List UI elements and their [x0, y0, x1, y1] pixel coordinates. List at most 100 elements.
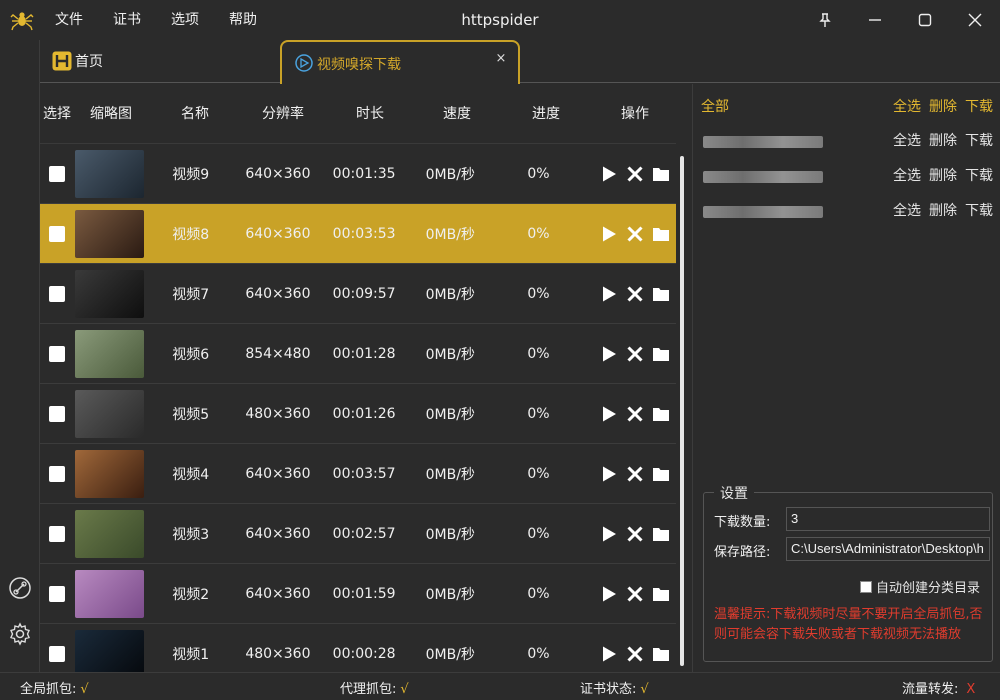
table-row[interactable]: 视频4 640×360 00:03:57 0MB/秒 0% — [40, 444, 676, 504]
table-row[interactable]: 视频6 854×480 00:01:28 0MB/秒 0% — [40, 324, 676, 384]
auto-create-dir-checkbox[interactable] — [859, 580, 872, 593]
open-folder-button[interactable] — [650, 343, 672, 365]
close-window-button[interactable] — [950, 0, 1000, 40]
group-all-label[interactable]: 全部 — [701, 96, 729, 116]
row-checkbox[interactable] — [49, 585, 65, 602]
row-name: 视频6 — [172, 346, 210, 363]
row-actions — [598, 343, 676, 365]
play-button[interactable] — [598, 403, 620, 425]
play-button[interactable] — [598, 223, 620, 245]
row-name: 视频8 — [172, 226, 210, 243]
group-all-download-button[interactable]: 下载 — [965, 96, 993, 116]
tab-home-label: 首页 — [75, 54, 103, 70]
table-scrollbar[interactable] — [680, 156, 684, 666]
delete-row-button[interactable] — [624, 163, 646, 185]
delete-row-button[interactable] — [624, 403, 646, 425]
delete-row-button[interactable] — [624, 463, 646, 485]
download-count-label: 下载数量: — [714, 515, 771, 530]
video-thumbnail — [74, 449, 145, 498]
table-row[interactable]: 视频7 640×360 00:09:57 0MB/秒 0% — [40, 264, 676, 324]
delete-row-button[interactable] — [624, 643, 646, 665]
row-checkbox[interactable] — [49, 345, 65, 362]
row-checkbox[interactable] — [49, 165, 65, 182]
link-icon[interactable] — [8, 576, 32, 600]
table-row[interactable]: 视频3 640×360 00:02:57 0MB/秒 0% — [40, 504, 676, 564]
menu-help[interactable]: 帮助 — [214, 0, 272, 40]
play-icon — [603, 526, 616, 541]
group-download-button[interactable]: 下载 — [965, 130, 993, 150]
open-folder-button[interactable] — [650, 643, 672, 665]
warm-tip: 温馨提示:下载视频时尽量不要开启全局抓包,否则可能会容下载失败或者下载视频无法播… — [714, 607, 983, 642]
open-folder-button[interactable] — [650, 403, 672, 425]
row-checkbox[interactable] — [49, 285, 65, 302]
auto-create-dir-option[interactable]: 自动创建分类目录 — [859, 577, 980, 596]
row-checkbox[interactable] — [49, 525, 65, 542]
table-row[interactable]: 视频2 640×360 00:01:59 0MB/秒 0% — [40, 564, 676, 624]
row-checkbox[interactable] — [49, 465, 65, 482]
table-row[interactable]: 视频8 640×360 00:03:53 0MB/秒 0% — [40, 204, 676, 264]
group-select-all-button[interactable]: 全选 — [893, 200, 921, 220]
group-delete-button[interactable]: 删除 — [929, 165, 957, 185]
table-row[interactable]: 视频5 480×360 00:01:26 0MB/秒 0% — [40, 384, 676, 444]
save-path-input[interactable]: C:\Users\Administrator\Desktop\h — [786, 537, 990, 561]
gear-icon[interactable] — [8, 622, 32, 646]
settings-legend: 设置 — [714, 483, 754, 503]
group-select-all-button[interactable]: 全选 — [893, 130, 921, 150]
row-name: 视频5 — [172, 406, 210, 423]
tab-home[interactable]: 首页 — [52, 50, 103, 72]
delete-row-button[interactable] — [624, 523, 646, 545]
table-row[interactable]: 视频9 640×360 00:01:35 0MB/秒 0% — [40, 144, 676, 204]
group-delete-button[interactable]: 删除 — [929, 130, 957, 150]
play-button[interactable] — [598, 283, 620, 305]
open-folder-button[interactable] — [650, 283, 672, 305]
menu-options[interactable]: 选项 — [156, 0, 214, 40]
row-progress: 0% — [527, 465, 550, 482]
folder-icon — [653, 347, 669, 361]
open-folder-button[interactable] — [650, 163, 672, 185]
delete-row-button[interactable] — [624, 283, 646, 305]
maximize-button[interactable] — [900, 0, 950, 40]
minimize-button[interactable] — [850, 0, 900, 40]
open-folder-button[interactable] — [650, 463, 672, 485]
play-button[interactable] — [598, 463, 620, 485]
play-button[interactable] — [598, 343, 620, 365]
download-count-input[interactable]: 3 — [786, 507, 990, 531]
settings-group: 设置 下载数量: 3 保存路径: C:\Users\Administrator\… — [703, 483, 993, 662]
delete-row-button[interactable] — [624, 223, 646, 245]
group-download-button[interactable]: 下载 — [965, 165, 993, 185]
menu-cert[interactable]: 证书 — [98, 0, 156, 40]
play-button[interactable] — [598, 163, 620, 185]
col-duration: 时长 — [356, 106, 384, 122]
close-icon — [627, 285, 643, 302]
open-folder-button[interactable] — [650, 223, 672, 245]
title-bar: 文件 证书 选项 帮助 httpspider — [0, 0, 1000, 40]
open-folder-button[interactable] — [650, 583, 672, 605]
video-thumbnail — [74, 329, 145, 378]
video-thumbnail — [74, 209, 145, 258]
menu-file[interactable]: 文件 — [40, 0, 98, 40]
play-button[interactable] — [598, 643, 620, 665]
video-thumbnail — [74, 389, 145, 438]
group-all-select-all-button[interactable]: 全选 — [893, 96, 921, 116]
row-checkbox[interactable] — [49, 645, 65, 662]
play-button[interactable] — [598, 583, 620, 605]
group-delete-button[interactable]: 删除 — [929, 200, 957, 220]
tab-video-sniff-download[interactable]: 视频嗅探下载 × — [280, 40, 520, 84]
row-name: 视频2 — [172, 586, 210, 603]
group-select-all-button[interactable]: 全选 — [893, 165, 921, 185]
folder-icon — [653, 227, 669, 241]
group-all-delete-button[interactable]: 删除 — [929, 96, 957, 116]
table-row[interactable]: 视频1 480×360 00:00:28 0MB/秒 0% — [40, 624, 676, 672]
folder-icon — [653, 287, 669, 301]
delete-row-button[interactable] — [624, 583, 646, 605]
tab-close-icon[interactable]: × — [494, 52, 508, 66]
play-button[interactable] — [598, 523, 620, 545]
pin-button[interactable] — [800, 0, 850, 40]
row-checkbox[interactable] — [49, 225, 65, 242]
folder-icon — [653, 167, 669, 181]
row-resolution: 640×360 — [245, 285, 311, 302]
group-download-button[interactable]: 下载 — [965, 200, 993, 220]
row-checkbox[interactable] — [49, 405, 65, 422]
open-folder-button[interactable] — [650, 523, 672, 545]
delete-row-button[interactable] — [624, 343, 646, 365]
